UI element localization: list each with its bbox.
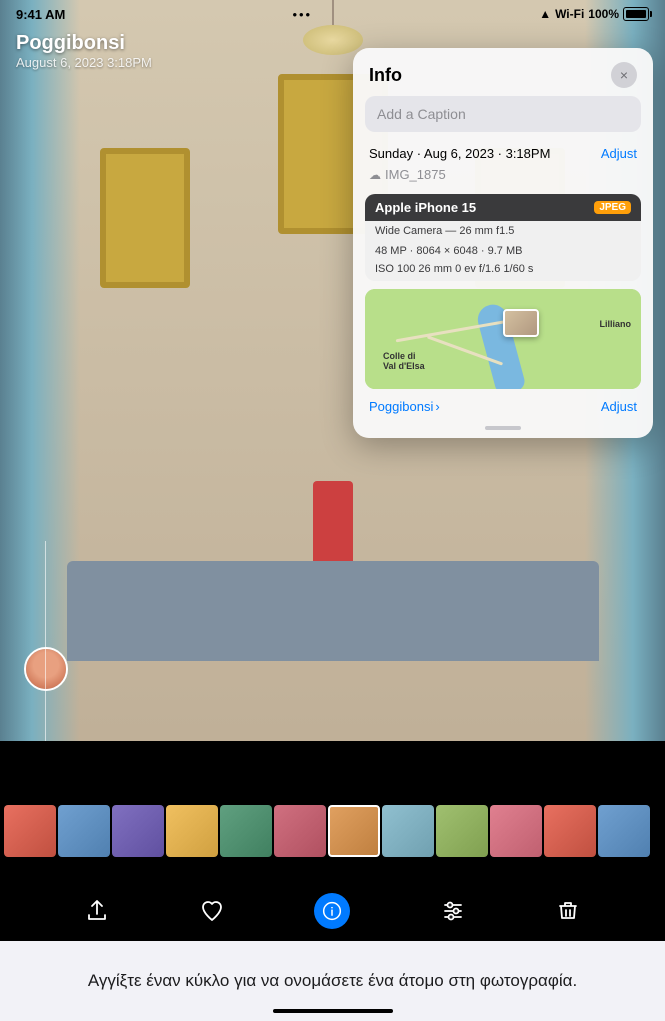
photo-title-group: Poggibonsi August 6, 2023 3:18PM <box>16 32 152 70</box>
cloud-icon: ☁ <box>369 168 381 182</box>
share-icon <box>85 899 109 923</box>
pull-indicator <box>485 426 521 430</box>
map-label-lilliano: Lilliano <box>600 319 632 329</box>
film-thumb-5[interactable] <box>220 805 272 857</box>
filmstrip-container <box>0 801 665 861</box>
chandelier-body <box>303 25 363 55</box>
film-thumb-8[interactable] <box>382 805 434 857</box>
map-background: Colle diVal d'Elsa Lilliano <box>365 289 641 389</box>
film-thumb-3[interactable] <box>112 805 164 857</box>
format-badge: JPEG <box>594 201 631 214</box>
person-in-photo <box>313 481 353 561</box>
signal-icon: ▲ <box>539 7 551 21</box>
wifi-icon: Wi-Fi <box>555 7 584 21</box>
status-time: 9:41 AM <box>16 7 65 22</box>
camera-model-text: Apple iPhone 15 <box>375 200 476 215</box>
status-dots: ••• <box>292 7 312 22</box>
info-filename: IMG_1875 <box>385 167 446 182</box>
film-thumb-9[interactable] <box>436 805 488 857</box>
film-thumb-12[interactable] <box>598 805 650 857</box>
map-container[interactable]: Colle diVal d'Elsa Lilliano <box>365 289 641 389</box>
film-thumb-7[interactable] <box>328 805 380 857</box>
map-footer: Poggibonsi › Adjust <box>353 393 653 426</box>
heart-button[interactable] <box>200 899 224 923</box>
location-text: Poggibonsi <box>369 399 433 414</box>
film-thumb-10[interactable] <box>490 805 542 857</box>
map-photo-thumb <box>503 309 539 337</box>
sofa <box>67 561 599 661</box>
person-face <box>26 649 66 689</box>
photo-title-date: August 6, 2023 3:18PM <box>16 55 152 70</box>
info-button[interactable] <box>314 893 350 929</box>
film-thumb-4[interactable] <box>166 805 218 857</box>
camera-model-row: Apple iPhone 15 JPEG <box>365 194 641 221</box>
battery-icon <box>623 7 649 21</box>
status-bar: 9:41 AM ••• ▲ Wi-Fi 100% <box>0 0 665 28</box>
info-date-adjust-button[interactable]: Adjust <box>601 146 637 161</box>
sliders-icon <box>441 899 465 923</box>
caption-text: Αγγίξτε έναν κύκλο για να ονομάσετε ένα … <box>88 969 577 993</box>
photo-container: Poggibonsi August 6, 2023 3:18PM Info × … <box>0 0 665 741</box>
film-thumb-1[interactable] <box>4 805 56 857</box>
info-header: Info × <box>353 48 653 96</box>
battery-percentage: 100% <box>588 7 619 21</box>
camera-spec2: 48 MP · 8064 × 6048 · 9.7 MB <box>365 241 641 261</box>
camera-info-block: Apple iPhone 15 JPEG Wide Camera — 26 mm… <box>365 194 641 281</box>
filmstrip <box>0 805 654 857</box>
film-thumb-11[interactable] <box>544 805 596 857</box>
info-title: Info <box>369 65 402 86</box>
trash-button[interactable] <box>556 899 580 923</box>
toolbar <box>0 881 665 941</box>
caption-input[interactable]: Add a Caption <box>365 96 641 132</box>
info-filename-row: ☁ IMG_1875 <box>353 165 653 190</box>
person-line <box>45 541 46 741</box>
heart-icon <box>200 899 224 923</box>
info-panel: Info × Add a Caption Sunday · Aug 6, 202… <box>353 48 653 438</box>
info-date-row: Sunday · Aug 6, 2023 · 3:18PM Adjust <box>353 142 653 165</box>
person-circle[interactable] <box>24 647 68 691</box>
mirror-left <box>100 148 190 288</box>
map-adjust-button[interactable]: Adjust <box>601 399 637 414</box>
photo-title-name: Poggibonsi <box>16 32 152 55</box>
info-close-button[interactable]: × <box>611 62 637 88</box>
map-location-button[interactable]: Poggibonsi › <box>369 399 440 414</box>
trash-icon <box>556 899 580 923</box>
map-label-colledi: Colle diVal d'Elsa <box>383 351 425 371</box>
camera-spec3: ISO 100 26 mm 0 ev f/1.6 1/60 s <box>365 261 641 281</box>
status-right-group: ▲ Wi-Fi 100% <box>539 7 649 21</box>
film-thumb-2[interactable] <box>58 805 110 857</box>
chevron-right-icon: › <box>435 399 439 414</box>
adjust-button[interactable] <box>441 899 465 923</box>
home-indicator <box>273 1009 393 1013</box>
share-button[interactable] <box>85 899 109 923</box>
camera-spec1: Wide Camera — 26 mm f1.5 <box>365 221 641 241</box>
info-date-text: Sunday · Aug 6, 2023 · 3:18PM <box>369 146 550 161</box>
info-icon <box>322 901 342 921</box>
film-thumb-6[interactable] <box>274 805 326 857</box>
